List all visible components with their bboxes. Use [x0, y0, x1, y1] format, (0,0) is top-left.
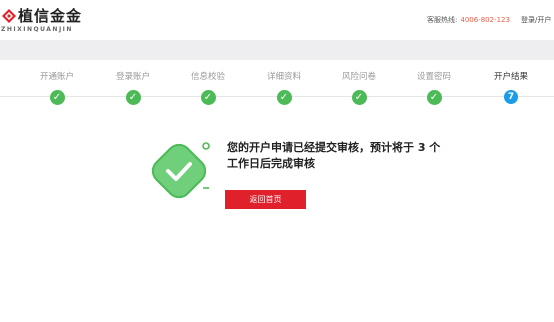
step-label: 风险问卷	[341, 72, 376, 82]
step-result: 开户结果 7	[481, 72, 541, 104]
step-open-account: 开通账户 ✓	[27, 72, 87, 105]
step-label: 登录账户	[115, 72, 150, 82]
hotline-label: 客服热线:	[427, 16, 458, 24]
step-label: 开通账户	[39, 72, 74, 82]
check-icon: ✓	[351, 90, 367, 105]
check-icon: ✓	[200, 90, 216, 105]
result-message: 您的开户申请已经提交审核，预计将于 3 个工作日后完成审核	[227, 141, 441, 170]
step-login-account: 登录账户 ✓	[103, 72, 163, 105]
step-label: 设置密码	[416, 72, 451, 82]
header: 植信金金 ZHIXINQUANJIN 客服热线: 4006-802-123 登录/…	[0, 0, 554, 40]
step-info-verify: 信息校验 ✓	[178, 72, 238, 105]
check-icon: ✓	[49, 90, 65, 105]
login-register-link[interactable]: 登录/开户	[521, 15, 551, 25]
logo-subtitle: ZHIXINQUANJIN	[1, 26, 73, 33]
step-label: 信息校验	[190, 72, 225, 82]
check-icon: ✓	[276, 90, 292, 105]
step-number-badge: 7	[504, 90, 518, 104]
step-risk-survey: 风险问卷 ✓	[329, 72, 389, 105]
check-icon: ✓	[125, 90, 141, 105]
success-check-icon	[151, 142, 210, 199]
check-icon: ✓	[426, 90, 442, 105]
step-details: 详细资料 ✓	[254, 72, 314, 105]
logo-icon	[2, 9, 16, 23]
hotline: 客服热线: 4006-802-123	[427, 15, 510, 25]
step-label: 开户结果	[493, 72, 528, 82]
step-set-password: 设置密码 ✓	[404, 72, 464, 105]
step-label: 详细资料	[266, 72, 301, 82]
back-home-button[interactable]: 返回首页	[225, 190, 306, 209]
hotline-number: 4006-802-123	[460, 16, 510, 24]
logo-text: 植信金金	[18, 7, 83, 25]
header-band	[0, 40, 554, 60]
